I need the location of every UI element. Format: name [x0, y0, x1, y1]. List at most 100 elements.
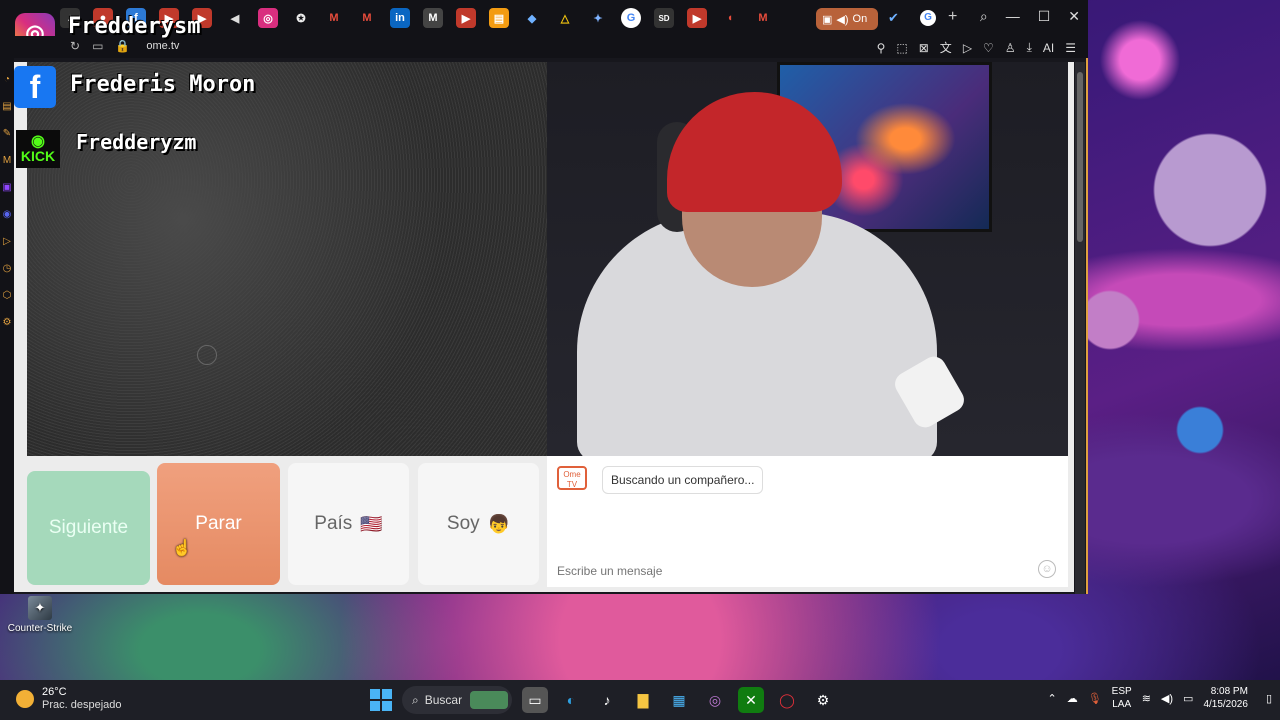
notification-icon[interactable]: ▯: [1266, 692, 1272, 705]
tab-icon[interactable]: ✦: [588, 8, 608, 28]
edge-icon[interactable]: ◐: [558, 687, 584, 713]
tab-icon[interactable]: ◀: [225, 8, 245, 28]
close-icon[interactable]: ✕: [1068, 8, 1080, 25]
scrollbar[interactable]: [1075, 62, 1085, 594]
tab-icon[interactable]: ◆: [522, 8, 542, 28]
camera-icon[interactable]: ▭: [92, 39, 103, 53]
tab-icon[interactable]: ▤: [489, 8, 509, 28]
message-input[interactable]: [557, 564, 1017, 578]
sidebar-icon[interactable]: ▷: [0, 236, 14, 247]
next-button[interactable]: Siguiente: [27, 471, 150, 585]
tab-icon[interactable]: in: [390, 8, 410, 28]
maximize-icon[interactable]: ☐: [1038, 8, 1051, 25]
battery-icon[interactable]: ▭: [1183, 692, 1193, 705]
tab-icon[interactable]: M: [423, 8, 443, 28]
weather-widget[interactable]: 26°C Prac. despejado: [16, 686, 122, 712]
app-icon[interactable]: ◎: [702, 687, 728, 713]
next-button-label: Siguiente: [48, 517, 129, 538]
sidebar-icon[interactable]: M: [0, 155, 14, 166]
sidebar-icon[interactable]: ◔: [0, 74, 14, 85]
store-icon[interactable]: ▦: [666, 687, 692, 713]
sidebar-icon[interactable]: ⚙: [0, 317, 14, 328]
snapshot-icon[interactable]: ⬚: [896, 41, 907, 55]
browser-window: ◎ ♪ ● f ▶ ▶ ◀ ◎ ✪ M M in M ▶ ▤ ◆ △ ✦ G S…: [0, 0, 1088, 594]
tab-active-ometv[interactable]: ▣ ◀) On: [816, 8, 878, 30]
sidebar-icon[interactable]: ⬡: [0, 290, 14, 301]
search-icon: ⌕: [412, 692, 419, 707]
weather-desc: Prac. despejado: [42, 699, 122, 711]
tab-icon[interactable]: G: [621, 8, 641, 28]
tab-icon[interactable]: M: [324, 8, 344, 28]
xbox-icon[interactable]: ✕: [738, 687, 764, 713]
bookmark-icon[interactable]: ⚲: [877, 41, 886, 55]
chevron-up-icon[interactable]: ⌃: [1047, 692, 1056, 705]
url-field[interactable]: ome.tv: [146, 40, 179, 52]
gender-button-label: Soy: [446, 513, 480, 534]
country-button-label: País: [314, 513, 353, 534]
clock[interactable]: 8:08 PM 4/15/2026: [1203, 685, 1248, 711]
adblock-icon[interactable]: ⊠: [919, 41, 929, 55]
sidebar-icon[interactable]: ✎: [0, 128, 14, 139]
sidebar-icon[interactable]: ◷: [0, 263, 14, 274]
tab-icon[interactable]: △: [555, 8, 575, 28]
stop-button[interactable]: Parar: [157, 463, 280, 585]
scrollbar-thumb[interactable]: [1077, 72, 1083, 242]
window-controls: ⌕ — ☐ ✕: [980, 8, 1080, 25]
chat-panel: Ome TV Buscando un compañero... ☺: [547, 456, 1068, 587]
self-video: [547, 62, 1068, 456]
minimize-icon[interactable]: —: [1006, 8, 1020, 25]
tab-icon[interactable]: SD: [654, 8, 674, 28]
sidebar-icon[interactable]: ◉: [0, 209, 14, 220]
tiktok-icon[interactable]: ♪: [594, 687, 620, 713]
ai-button[interactable]: AI: [1043, 41, 1054, 55]
opera-icon[interactable]: ◯: [774, 687, 800, 713]
heart-icon[interactable]: ♡: [983, 41, 994, 55]
tab-icon[interactable]: ◖: [720, 8, 740, 28]
language-indicator[interactable]: ESP LAA: [1112, 685, 1132, 711]
clock-time: 8:08 PM: [1210, 686, 1248, 697]
hand-cursor-icon: ☝: [172, 540, 192, 557]
tab-icon[interactable]: M: [357, 8, 377, 28]
tab-icon[interactable]: ▶: [687, 8, 707, 28]
sidebar-icon[interactable]: ▤: [0, 101, 14, 112]
tab-icon[interactable]: M: [753, 8, 773, 28]
file-explorer-icon[interactable]: ▇: [630, 687, 656, 713]
desktop-icon-counter-strike[interactable]: ✦ Counter-Strike: [6, 596, 74, 634]
lock-icon[interactable]: 🔒: [115, 39, 130, 53]
weather-moon-icon: [16, 690, 34, 708]
task-view-icon[interactable]: ▭: [522, 687, 548, 713]
profile-icon[interactable]: ♙: [1005, 41, 1016, 55]
cloud-icon[interactable]: ☁: [1067, 692, 1078, 705]
tab-icon[interactable]: ✔: [888, 10, 899, 26]
emoji-icon[interactable]: ☺: [1038, 560, 1056, 578]
country-button[interactable]: País 🇺🇸: [288, 463, 409, 585]
search-icon[interactable]: ⌕: [980, 8, 988, 25]
browser-sidebar: ◔ ▤ ✎ M ▣ ◉ ▷ ◷ ⬡ ⚙: [0, 58, 14, 594]
desktop-icon-label: Counter-Strike: [7, 623, 73, 634]
play-icon[interactable]: ▷: [963, 41, 972, 55]
kick-name-overlay: Fredderyzm: [76, 130, 197, 154]
reload-icon[interactable]: ↻: [70, 39, 80, 53]
tab-icon[interactable]: ✪: [291, 8, 311, 28]
ometv-logo-icon: Ome TV: [557, 466, 587, 490]
menu-icon[interactable]: ☰: [1065, 41, 1076, 55]
search-highlight-image: [470, 691, 508, 709]
settings-icon[interactable]: ⚙: [810, 687, 836, 713]
taskbar-search[interactable]: ⌕ Buscar: [402, 686, 512, 714]
tab-icon[interactable]: ◎: [258, 8, 278, 28]
weather-text: 26°C Prac. despejado: [42, 686, 122, 712]
sidebar-icon[interactable]: ▣: [0, 182, 14, 193]
wifi-icon[interactable]: ≋: [1142, 692, 1151, 705]
download-icon[interactable]: ⤓: [1027, 40, 1032, 55]
loading-spinner: [197, 345, 217, 365]
speaker-icon: ◀): [836, 13, 849, 26]
microphone-icon[interactable]: 🎙: [1088, 692, 1102, 705]
volume-icon[interactable]: ◀): [1161, 692, 1173, 705]
start-button[interactable]: [370, 689, 392, 711]
ometv-tab-icon: ▣: [822, 13, 833, 26]
tab-icon[interactable]: ▶: [456, 8, 476, 28]
translate-icon[interactable]: 文: [940, 39, 952, 56]
tab-icon[interactable]: G: [920, 10, 936, 26]
new-tab-icon[interactable]: +: [948, 8, 957, 26]
gender-button[interactable]: Soy 👦: [418, 463, 539, 585]
